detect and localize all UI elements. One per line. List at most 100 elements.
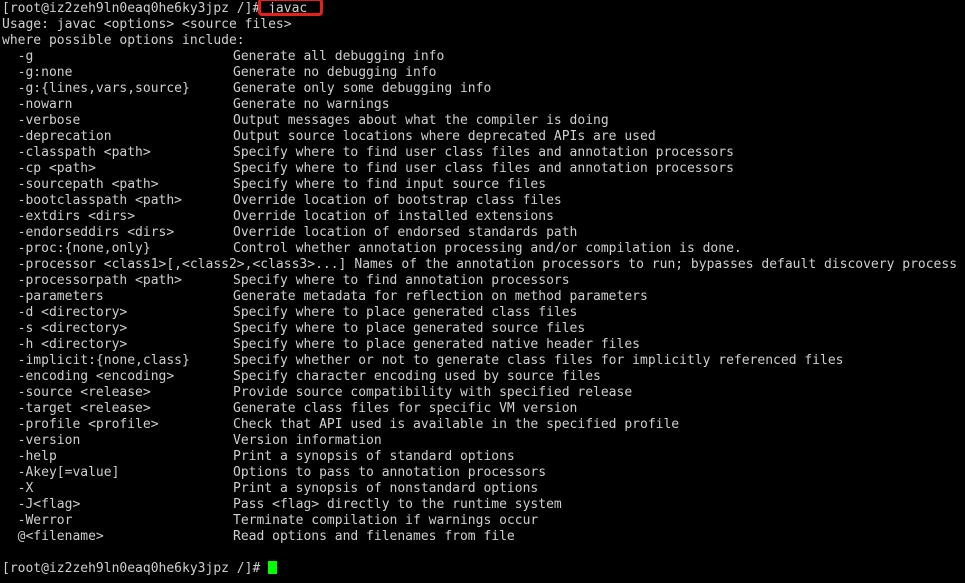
option-description: Names of the annotation processors to ru…	[354, 257, 958, 272]
option-name: -endorseddirs <dirs>	[2, 225, 175, 240]
option-description: Pass <flag> directly to the runtime syst…	[233, 497, 562, 512]
option-name: -sourcepath <path>	[2, 177, 159, 192]
option-row: -processor <class1>[,<class2>,<class3>..…	[0, 257, 965, 273]
option-row: -endorseddirs <dirs> Override location of…	[0, 225, 965, 241]
option-name: -d <directory>	[2, 305, 128, 320]
option-name: -h <directory>	[2, 337, 128, 352]
option-name: -verbose	[2, 113, 81, 128]
option-row: -version Version information	[0, 433, 965, 449]
terminal-screen: [root@iz2zeh9ln0eaq0he6ky3jpz /]# javac …	[0, 1, 965, 577]
option-name: -parameters	[2, 289, 104, 304]
option-row: -nowarn Generate no warnings	[0, 97, 965, 113]
option-name: -g	[2, 49, 34, 64]
option-description: Generate metadata for reflection on meth…	[233, 289, 648, 304]
option-row: -sourcepath <path> Specify where to find …	[0, 177, 965, 193]
option-description: Specify where to place generated native …	[233, 337, 640, 352]
option-name: @<filename>	[2, 529, 104, 544]
option-description: Provide source compatibility with specif…	[233, 385, 633, 400]
option-name: -extdirs <dirs>	[2, 209, 136, 224]
option-row: @<filename> Read options and filenames fr…	[0, 529, 965, 545]
option-row: -bootclasspath <path> Override location o…	[0, 193, 965, 209]
option-name: -proc:{none,only}	[2, 241, 151, 256]
option-description: Override location of bootstrap class fil…	[233, 193, 562, 208]
option-description: Generate no debugging info	[233, 65, 437, 80]
option-row: -processorpath <path> Specify where to fi…	[0, 273, 965, 289]
terminal-window[interactable]: [root@iz2zeh9ln0eaq0he6ky3jpz /]# javac …	[0, 0, 965, 583]
option-row: -h <directory> Specify where to place gen…	[0, 337, 965, 353]
option-description: Generate only some debugging info	[233, 81, 492, 96]
option-row: -source <release> Provide source compatib…	[0, 385, 965, 401]
option-row: -parameters Generate metadata for reflect…	[0, 289, 965, 305]
option-row: -deprecation Output source locations wher…	[0, 129, 965, 145]
option-name: -s <directory>	[2, 321, 128, 336]
option-name: -classpath <path>	[2, 145, 151, 160]
option-name: -X	[2, 481, 34, 496]
option-row: -implicit:{none,class} Specify whether or…	[0, 353, 965, 369]
final-prompt-text: [root@iz2zeh9ln0eaq0he6ky3jpz /]#	[2, 561, 261, 576]
option-description: Specify where to find input source files	[233, 177, 547, 192]
option-row: -target <release> Generate class files fo…	[0, 401, 965, 417]
option-row: -g:none Generate no debugging info	[0, 65, 965, 81]
option-description: Specify where to find user class files a…	[233, 145, 734, 160]
option-description: Specify whether or not to generate class…	[233, 353, 844, 368]
option-description: Specify where to place generated source …	[233, 321, 586, 336]
option-name: -target <release>	[2, 401, 151, 416]
option-description: Control whether annotation processing an…	[233, 241, 742, 256]
terminal-cursor	[268, 561, 278, 574]
option-row: -s <directory> Specify where to place gen…	[0, 321, 965, 337]
option-row: -proc:{none,only} Control whether annotat…	[0, 241, 965, 257]
option-description: Specify where to find user class files a…	[233, 161, 734, 176]
option-description: Override location of endorsed standards …	[233, 225, 578, 240]
option-description: Specify where to place generated class f…	[233, 305, 578, 320]
option-description: Options to pass to annotation processors	[233, 465, 547, 480]
option-name: -implicit:{none,class}	[2, 353, 190, 368]
where-options-line: where possible options include:	[2, 33, 245, 48]
option-name: -processorpath <path>	[2, 273, 183, 288]
option-description: Generate all debugging info	[233, 49, 445, 64]
option-description: Override location of installed extension…	[233, 209, 554, 224]
option-name: -bootclasspath <path>	[2, 193, 183, 208]
option-description: Output messages about what the compiler …	[233, 113, 609, 128]
option-name: -J<flag>	[2, 497, 81, 512]
option-row: -g Generate all debugging info	[0, 49, 965, 65]
option-description: Output source locations where deprecated…	[233, 129, 656, 144]
option-name: -Akey[=value]	[2, 465, 120, 480]
option-description: Read options and filenames from file	[233, 529, 515, 544]
option-row: -classpath <path> Specify where to find u…	[0, 145, 965, 161]
option-name: -profile <profile>	[2, 417, 159, 432]
command-prompt-line: [root@iz2zeh9ln0eaq0he6ky3jpz /]# javac	[0, 1, 965, 17]
option-name: -cp <path>	[2, 161, 96, 176]
option-description: Generate class files for specific VM ver…	[233, 401, 578, 416]
option-row: -g:{lines,vars,source} Generate only some…	[0, 81, 965, 97]
option-name: -help	[2, 449, 57, 464]
option-name: -encoding <encoding>	[2, 369, 175, 384]
option-row: -X Print a synopsis of nonstandard option…	[0, 481, 965, 497]
option-row: -J<flag> Pass <flag> directly to the runt…	[0, 497, 965, 513]
option-description: Check that API used is available in the …	[233, 417, 680, 432]
option-row: -help Print a synopsis of standard option…	[0, 449, 965, 465]
option-description: Specify where to find annotation process…	[233, 273, 570, 288]
option-row: -verbose Output messages about what the c…	[0, 113, 965, 129]
option-row: -profile <profile> Check that API used is…	[0, 417, 965, 433]
entered-command: javac	[268, 1, 308, 16]
usage-line: Usage: javac <options> <source files>	[2, 17, 292, 32]
option-name: -g:none	[2, 65, 73, 80]
option-description: Version information	[233, 433, 382, 448]
option-description: Specify character encoding used by sourc…	[233, 369, 601, 384]
options-list: -g Generate all debugging info -g:none Gen…	[0, 49, 965, 545]
option-name: -deprecation	[2, 129, 112, 144]
option-name: -source <release>	[2, 385, 151, 400]
option-row: -cp <path> Specify where to find user cla…	[0, 161, 965, 177]
option-name: -g:{lines,vars,source}	[2, 81, 190, 96]
option-name: -Werror	[2, 513, 73, 528]
option-row: -Werror Terminate compilation if warnings…	[0, 513, 965, 529]
option-row: -encoding <encoding> Specify character en…	[0, 369, 965, 385]
option-row: -extdirs <dirs> Override location of inst…	[0, 209, 965, 225]
option-name: -processor <class1>[,<class2>,<class3>..…	[2, 257, 347, 272]
final-prompt-line: [root@iz2zeh9ln0eaq0he6ky3jpz /]#	[0, 561, 965, 577]
option-row: -d <directory> Specify where to place gen…	[0, 305, 965, 321]
option-description: Terminate compilation if warnings occur	[233, 513, 539, 528]
